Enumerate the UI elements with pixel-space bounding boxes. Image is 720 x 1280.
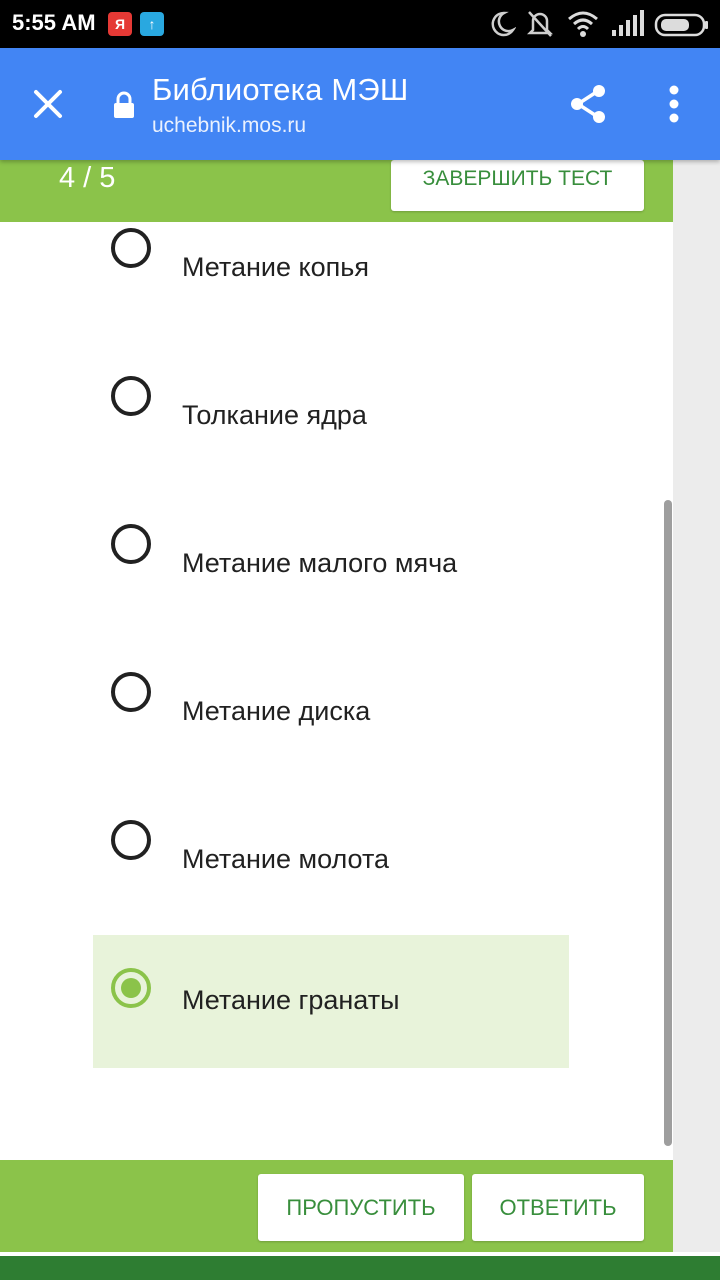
radio-button[interactable] (111, 524, 151, 564)
lock-icon (114, 91, 134, 118)
question-progress: 4 / 5 (59, 162, 116, 194)
answer-option-label: Метание диска (182, 696, 371, 726)
page-url: uchebnik.mos.ru (152, 114, 307, 137)
right-gutter (673, 160, 720, 1252)
moon-icon (491, 11, 516, 37)
share-icon (571, 85, 605, 123)
test-header: 4 / 5 ЗАВЕРШИТЬ ТЕСТ (0, 160, 673, 222)
scrollbar-thumb[interactable] (664, 500, 672, 1146)
answer-option[interactable]: Метание малого мяча (93, 524, 569, 657)
radio-button[interactable] (111, 376, 151, 416)
upload-icon: ↑ (140, 12, 164, 36)
answer-option[interactable]: Толкание ядра (93, 376, 569, 509)
signal-icon (612, 10, 644, 36)
answer-option-label: Метание малого мяча (182, 548, 458, 578)
more-options-button[interactable] (652, 80, 696, 128)
radio-button[interactable] (111, 228, 151, 268)
bottom-strip (0, 1252, 720, 1280)
skip-button[interactable]: ПРОПУСТИТЬ (258, 1174, 464, 1241)
more-vert-icon (669, 85, 679, 123)
answer-option[interactable]: Метание диска (93, 672, 569, 805)
answer-option-label: Метание гранаты (182, 985, 400, 1015)
radio-button[interactable] (111, 672, 151, 712)
status-bar: 5:55 AM Я ↑ (0, 0, 720, 48)
answer-option[interactable]: Метание молота (93, 820, 569, 953)
answer-option-label: Метание молота (182, 844, 390, 874)
answer-button[interactable]: ОТВЕТИТЬ (472, 1174, 644, 1241)
answer-option-label: Метание копья (182, 252, 369, 282)
share-button[interactable] (564, 80, 612, 128)
wifi-icon (568, 11, 598, 37)
answer-option-label: Толкание ядра (182, 400, 367, 430)
radio-button-checked[interactable] (111, 968, 151, 1008)
answer-option-selected[interactable]: Метание гранаты (93, 935, 569, 1068)
answer-option[interactable]: Метание копья (93, 228, 569, 361)
close-icon (34, 90, 62, 118)
radio-button[interactable] (111, 820, 151, 860)
close-button[interactable] (24, 80, 72, 128)
page-title: Библиотека МЭШ (152, 72, 409, 107)
answer-options-list: Метание копья Толкание ядра Метание мало… (0, 222, 673, 1160)
battery-icon (654, 13, 708, 37)
mute-icon (526, 11, 554, 37)
yandex-icon: Я (108, 12, 132, 36)
status-time: 5:55 AM (12, 10, 96, 35)
bottom-strip-divider (0, 1252, 720, 1256)
browser-app-bar: Библиотека МЭШ uchebnik.mos.ru (0, 48, 720, 160)
bottom-action-bar: ПРОПУСТИТЬ ОТВЕТИТЬ (0, 1160, 673, 1252)
finish-test-button[interactable]: ЗАВЕРШИТЬ ТЕСТ (391, 160, 644, 211)
